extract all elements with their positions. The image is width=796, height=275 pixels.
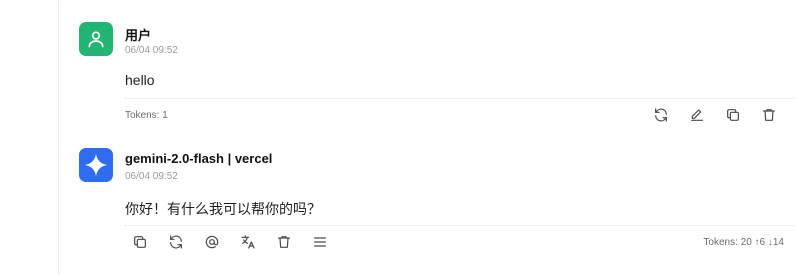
delete-icon [763, 109, 775, 121]
delete-icon [278, 236, 290, 248]
sidebar-divider [58, 0, 59, 275]
delete-button[interactable] [275, 233, 293, 251]
user-icon [88, 31, 104, 48]
message-content: 你好！有什么我可以帮你的吗？ [125, 201, 321, 217]
copy-button[interactable] [131, 233, 149, 251]
token-count: Tokens: 20 ↑6 ↓14 [703, 237, 784, 248]
sender-name: 用户 [125, 28, 152, 43]
message-divider [125, 225, 795, 226]
translate-icon [241, 235, 255, 249]
regenerate-button[interactable] [167, 233, 185, 251]
model-name: gemini-2.0-flash | vercel [125, 151, 273, 166]
menu-icon [314, 237, 326, 247]
edit-icon [691, 109, 703, 121]
message-timestamp: 06/04 09:52 [125, 171, 178, 182]
message-divider [125, 98, 795, 99]
message-actions [652, 106, 778, 124]
copy-icon [134, 236, 146, 248]
mention-icon [205, 235, 219, 249]
copy-icon [727, 109, 739, 121]
message-actions [131, 233, 329, 251]
refresh-icon [655, 108, 667, 122]
more-menu-button[interactable] [311, 233, 329, 251]
gemini-sparkle-icon [84, 153, 108, 177]
mention-button[interactable] [203, 233, 221, 251]
token-count: Tokens: 1 [125, 110, 168, 121]
regenerate-button[interactable] [652, 106, 670, 124]
refresh-icon [170, 235, 182, 249]
delete-button[interactable] [760, 106, 778, 124]
assistant-avatar [79, 148, 113, 182]
message-timestamp: 06/04 09:52 [125, 45, 178, 56]
edit-button[interactable] [688, 106, 706, 124]
translate-button[interactable] [239, 233, 257, 251]
message-content: hello [125, 72, 155, 88]
copy-button[interactable] [724, 106, 742, 124]
user-avatar [79, 22, 113, 56]
chat-page: 用户 06/04 09:52 hello Tokens: 1 gemini-2.… [0, 0, 796, 275]
